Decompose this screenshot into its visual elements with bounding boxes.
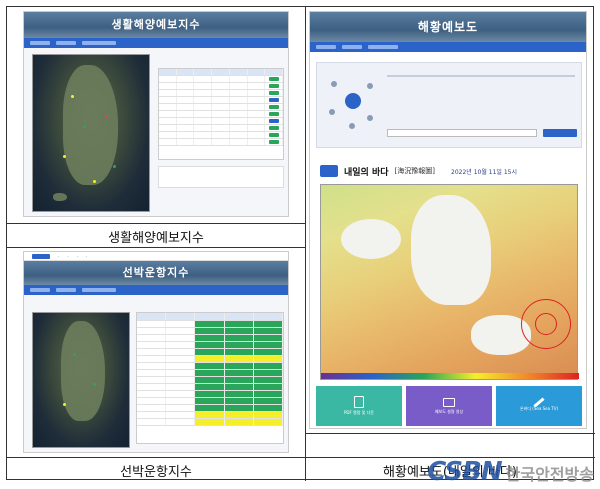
divider xyxy=(7,247,305,248)
map-date: 2022년 10월 11일 15시 xyxy=(451,168,517,176)
figure-grid: 생활해양예보지수 생활해양예보지수 · · · · 선박운항지수 선박운항지수 … xyxy=(6,6,595,481)
page-banner: 선박운항지수 xyxy=(24,261,288,285)
pdf-download-label: PDF 열람 및 다운 xyxy=(343,410,374,415)
onbada-tv-label: 온바다 (Sea Sea TV) xyxy=(519,405,559,411)
page-banner: 생활해양예보지수 xyxy=(24,12,288,38)
breadcrumb-bar xyxy=(24,38,288,48)
top-nav: · · · · xyxy=(24,252,288,261)
ship-operation-index-screenshot: · · · · 선박운항지수 xyxy=(23,251,289,453)
map-title: 내일의 바다 xyxy=(344,167,389,178)
breadcrumb-bar xyxy=(24,285,288,295)
divider xyxy=(305,433,595,434)
notes-box xyxy=(158,166,284,188)
pdf-download-button[interactable]: PDF 열람 및 다운 xyxy=(316,386,402,426)
divider xyxy=(7,223,305,224)
csbn-logo: CSBN xyxy=(427,457,502,487)
caption-ship-index: 선박운항지수 xyxy=(120,465,192,480)
map-title-hanja: [海況豫報圖] xyxy=(394,167,436,175)
living-ocean-forecast-screenshot: 생활해양예보지수 xyxy=(23,11,289,217)
map-header: 내일의 바다 [海況豫報圖] 2022년 10월 11일 15시 xyxy=(316,160,582,182)
description-text-block xyxy=(387,75,575,115)
sea-state-forecast-screenshot: 해황예보도 내일의 바다 [海況豫報圖] 2022년 10월 11일 15시 P… xyxy=(309,11,587,429)
caption-living-ocean: 생활해양예보지수 xyxy=(108,231,204,246)
korea-satellite-map[interactable] xyxy=(32,312,130,448)
korea-satellite-map[interactable] xyxy=(32,54,150,212)
video-icon xyxy=(443,397,455,407)
watermark-text: 한국안전방송 xyxy=(505,465,594,484)
forecast-table xyxy=(158,68,284,160)
page-banner: 해황예보도 xyxy=(310,12,586,42)
onbada-tv-button[interactable]: 온바다 (Sea Sea TV) xyxy=(496,386,582,426)
watermark: CSBN 한국안전방송 xyxy=(427,457,594,487)
explanation-video-label: 예보도 설명 영상 xyxy=(434,408,464,414)
divider xyxy=(305,7,306,481)
breadcrumb-bar xyxy=(310,42,586,52)
info-box xyxy=(316,62,582,148)
explanation-video-button[interactable]: 예보도 설명 영상 xyxy=(406,386,492,426)
khoa-logo xyxy=(320,165,338,177)
search-input[interactable] xyxy=(387,129,537,137)
sea-state-forecast-map[interactable] xyxy=(320,184,579,380)
ship-index-table xyxy=(136,312,284,444)
search-button[interactable] xyxy=(543,129,577,137)
document-icon xyxy=(354,396,364,408)
forecast-station-diagram xyxy=(327,75,377,131)
